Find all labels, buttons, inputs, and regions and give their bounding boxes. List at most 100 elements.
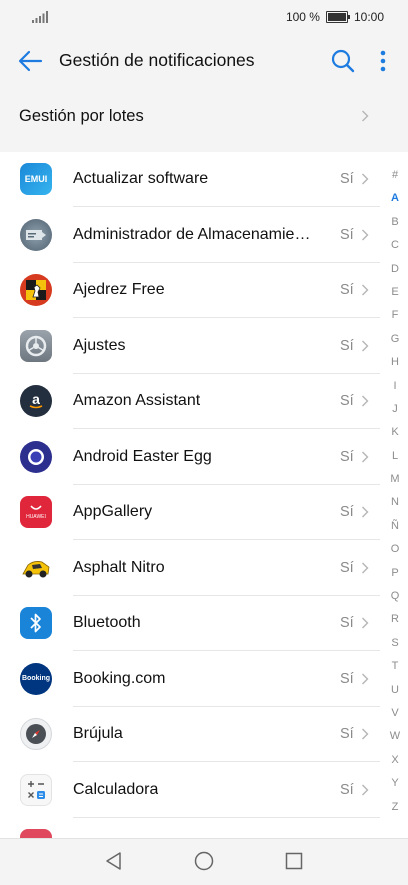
list-item[interactable]: Brújula Sí [0,707,380,762]
notification-status: Sí [340,282,354,298]
android-easter-egg-icon [20,440,52,473]
index-letter[interactable]: I [384,375,406,398]
index-letter[interactable]: E [384,281,406,304]
list-item[interactable]: Android Easter Egg Sí [0,430,380,485]
list-item[interactable]: Booking Booking.com Sí [0,652,380,707]
index-letter[interactable]: O [384,538,406,561]
app-name: Bluetooth [73,614,141,631]
index-letter[interactable]: Y [384,772,406,795]
app-bar: Gestión de notificaciones [0,34,408,88]
notification-status: Sí [340,670,354,687]
back-arrow-icon[interactable] [16,48,44,74]
index-letter[interactable]: D [384,258,406,281]
index-letter[interactable]: W [384,725,406,748]
app-name: Actualizar software [73,170,209,187]
list-item[interactable]: Calculadora Sí [0,763,380,818]
index-letter[interactable]: T [384,655,406,678]
index-letter[interactable]: Ñ [384,515,406,538]
chevron-right-icon [362,395,369,407]
index-letter[interactable]: X [384,749,406,772]
index-letter[interactable]: M [384,468,406,491]
index-letter[interactable]: A [384,187,406,210]
app-name: Android Easter Egg [73,447,212,465]
list-item[interactable]: HUAWEI AppGallery Sí [0,485,380,540]
app-name: Calculadora [73,780,159,798]
index-letter[interactable]: J [384,398,406,421]
nav-home-icon[interactable] [193,850,215,872]
list-item[interactable]: Asphalt Nitro Sí [0,541,380,596]
notification-status: Sí [340,781,354,798]
index-letter[interactable]: L [384,445,406,468]
notification-status: Sí [340,448,354,465]
index-letter[interactable]: V [384,702,406,725]
notification-status: Sí [340,726,354,742]
list-item-partial[interactable] [0,818,380,838]
app-name: Administrador de Almacenamie… [73,225,311,243]
nav-recents-icon[interactable] [283,850,305,872]
batch-management-label: Gestión por lotes [19,107,144,125]
index-letter[interactable]: F [384,304,406,327]
list-item[interactable]: Ajedrez Free Sí [0,263,380,318]
list-item[interactable]: Administrador de Almacenamie… Sí [0,208,380,263]
app-list: EMUI Actualizar software Sí Administrado… [0,152,408,838]
notification-status: Sí [340,393,354,409]
chevron-right-icon [362,617,369,629]
booking-icon-text: Booking [22,675,50,682]
app-name: Booking.com [73,669,166,687]
appgallery-icon: HUAWEI [20,496,52,528]
bluetooth-icon [20,607,52,639]
chevron-right-icon [362,340,369,351]
notification-status: Sí [340,171,354,187]
index-letter[interactable]: G [384,328,406,351]
index-letter[interactable]: S [384,632,406,655]
list-item[interactable]: a Amazon Assistant Sí [0,374,380,429]
nav-back-icon[interactable] [103,850,125,872]
notification-status: Sí [340,615,354,631]
signal-icon [32,11,48,23]
index-letter[interactable]: U [384,679,406,702]
app-name: Amazon Assistant [73,392,201,409]
settings-gear-icon [20,329,52,362]
notification-status: Sí [340,504,354,520]
index-letter[interactable]: C [384,234,406,257]
alphabet-index[interactable]: # A B C D E F G H I J K L M N Ñ O P Q R S T U V W X Y Z [384,164,406,819]
index-letter[interactable]: Q [384,585,406,608]
booking-icon: Booking [20,662,52,695]
list-item[interactable]: Ajustes Sí [0,319,380,374]
index-letter[interactable]: R [384,608,406,631]
index-letter[interactable]: Z [384,796,406,819]
app-name: Asphalt Nitro [73,558,165,576]
more-options-icon[interactable] [374,48,392,74]
app-name: Brújula [73,725,123,742]
asphalt-car-icon [20,552,52,584]
index-letter[interactable]: B [384,211,406,234]
battery-percent: 100 % [285,10,320,24]
batch-management-row[interactable]: Gestión por lotes [0,90,408,144]
chevron-right-icon [362,229,369,240]
storage-manager-icon [20,218,52,251]
chevron-right-icon [362,284,369,296]
index-letter[interactable]: # [384,164,406,187]
list-item[interactable]: EMUI Actualizar software Sí [0,152,380,207]
chevron-right-icon [362,110,369,122]
status-bar: 100 % 10:00 [0,0,408,34]
app-name: Ajedrez Free [73,281,165,298]
index-letter[interactable]: K [384,421,406,444]
notification-status: Sí [340,559,354,576]
app-icon-partial [20,829,52,838]
app-name: Ajustes [73,336,126,354]
chevron-right-icon [362,784,369,795]
amazon-icon: a [20,385,52,417]
compass-icon [20,718,52,750]
index-letter[interactable]: H [384,351,406,374]
index-letter[interactable]: N [384,491,406,514]
list-item[interactable]: Bluetooth Sí [0,596,380,651]
chevron-right-icon [362,451,369,462]
search-icon[interactable] [330,48,356,74]
chevron-right-icon [362,728,369,740]
app-name: AppGallery [73,503,153,520]
notification-status: Sí [340,337,354,354]
index-letter[interactable]: P [384,562,406,585]
emui-update-icon: EMUI [20,163,52,195]
chevron-right-icon [362,673,369,684]
